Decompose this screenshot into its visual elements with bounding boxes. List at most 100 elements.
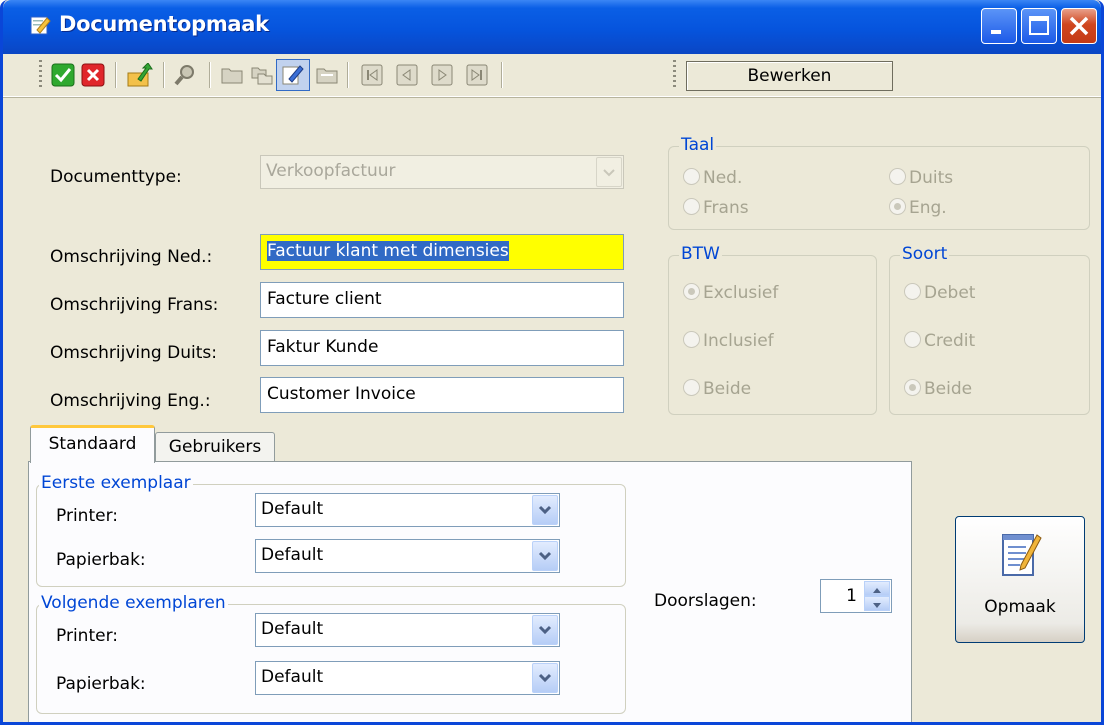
radio-taal-frans[interactable]: Frans	[683, 198, 749, 218]
volgende-printer-label: Printer:	[56, 626, 118, 646]
eerste-printer-dropdown-button[interactable]	[532, 495, 558, 525]
eerste-papierbak-select[interactable]: Default	[255, 539, 560, 573]
toolbar-separator	[163, 62, 165, 88]
eerste-printer-value: Default	[261, 499, 324, 519]
tab-gebruikers[interactable]: Gebruikers	[155, 432, 275, 462]
minimize-icon	[991, 30, 1001, 34]
taal-group-title: Taal	[679, 135, 717, 155]
cancel-icon[interactable]	[81, 63, 105, 87]
volgende-papierbak-label: Papierbak:	[56, 674, 146, 694]
eerste-papierbak-dropdown-button[interactable]	[532, 541, 558, 571]
last-record-icon[interactable]	[465, 63, 489, 87]
radio-label: Eng.	[909, 198, 947, 218]
documenttype-dropdown-button[interactable]	[596, 157, 622, 187]
desc-ned-value: Factuur klant met dimensies	[267, 241, 509, 261]
desc-duits-label: Omschrijving Duits:	[50, 343, 217, 363]
documenttype-value: Verkoopfactuur	[266, 161, 396, 181]
radio-circle	[683, 379, 700, 396]
eerste-exemplaar-title: Eerste exemplaar	[39, 473, 193, 493]
radio-btw-beide[interactable]: Beide	[683, 379, 751, 399]
volgende-exemplaren-title: Volgende exemplaren	[39, 593, 228, 613]
minimize-button[interactable]	[981, 8, 1017, 44]
window-title: Documentopmaak	[59, 12, 269, 36]
volgende-papierbak-select[interactable]: Default	[255, 661, 560, 695]
radio-soort-credit[interactable]: Credit	[904, 331, 975, 351]
document-edit-icon	[30, 16, 51, 35]
main-window: Documentopmaak Bewerken Documenttype: Ve…	[0, 0, 1104, 725]
eerste-papierbak-value: Default	[261, 545, 324, 565]
eerste-papierbak-label: Papierbak:	[56, 550, 146, 570]
radio-label: Inclusief	[703, 331, 774, 351]
volgende-printer-dropdown-button[interactable]	[532, 615, 558, 645]
maximize-icon	[1029, 16, 1049, 35]
close-icon	[1069, 16, 1089, 36]
search-icon[interactable]	[173, 63, 197, 87]
desc-frans-input[interactable]: Facture client	[260, 282, 624, 318]
edit-button-active[interactable]	[276, 59, 310, 91]
radio-circle	[683, 198, 700, 215]
radio-label: Credit	[924, 331, 976, 351]
maximize-button[interactable]	[1021, 8, 1057, 44]
radio-circle	[889, 168, 906, 185]
eerste-printer-label: Printer:	[56, 506, 118, 526]
toolbar-grip[interactable]	[39, 60, 42, 90]
radio-label: Debet	[924, 283, 976, 303]
export-icon[interactable]	[126, 63, 154, 87]
radio-label: Frans	[703, 198, 749, 218]
documenttype-label: Documenttype:	[50, 167, 182, 187]
radio-circle-selected	[683, 283, 700, 300]
opmaak-button-label: Opmaak	[984, 597, 1056, 617]
radio-btw-inclusief[interactable]: Inclusief	[683, 331, 774, 351]
radio-circle	[683, 331, 700, 348]
stepper-up-button[interactable]	[864, 581, 890, 596]
desc-frans-label: Omschrijving Frans:	[50, 295, 219, 315]
doorslagen-stepper[interactable]: 1	[820, 579, 892, 613]
chevron-down-icon	[538, 505, 552, 515]
radio-taal-duits[interactable]: Duits	[889, 168, 953, 188]
opmaak-button[interactable]: Opmaak	[955, 516, 1085, 643]
radio-soort-debet[interactable]: Debet	[904, 283, 975, 303]
radio-label: Duits	[909, 168, 954, 188]
volgende-papierbak-dropdown-button[interactable]	[532, 663, 558, 693]
toolbar: Bewerken	[3, 54, 1101, 97]
volgende-printer-value: Default	[261, 619, 324, 639]
doorslagen-label: Doorslagen:	[654, 591, 757, 611]
copy-icon[interactable]	[250, 63, 274, 87]
radio-circle-selected	[904, 379, 921, 396]
radio-taal-ned[interactable]: Ned.	[683, 168, 742, 188]
previous-record-icon[interactable]	[395, 63, 419, 87]
folder-icon[interactable]	[315, 63, 339, 87]
tab-panel-standaard: Eerste exemplaar Printer: Default Papier…	[28, 461, 912, 722]
desc-ned-input[interactable]: Factuur klant met dimensies	[260, 234, 624, 270]
toolbar-grip[interactable]	[673, 60, 676, 90]
notepad-edit-icon	[1002, 534, 1042, 576]
radio-label: Beide	[703, 379, 752, 399]
next-record-icon[interactable]	[430, 63, 454, 87]
edit-icon	[282, 65, 304, 85]
radio-btw-exclusief[interactable]: Exclusief	[683, 283, 778, 303]
volgende-printer-select[interactable]: Default	[255, 613, 560, 647]
tab-standaard[interactable]: Standaard	[30, 425, 155, 463]
title-bar[interactable]: Documentopmaak	[3, 0, 1101, 54]
doorslagen-value: 1	[846, 586, 857, 606]
first-record-icon[interactable]	[360, 63, 384, 87]
toolbar-separator	[347, 62, 349, 88]
accept-icon[interactable]	[51, 63, 75, 87]
toolbar-separator	[209, 62, 211, 88]
desc-eng-label: Omschrijving Eng.:	[50, 391, 211, 411]
chevron-down-icon	[873, 603, 881, 608]
radio-soort-beide[interactable]: Beide	[904, 379, 972, 399]
radio-label: Beide	[924, 379, 973, 399]
documenttype-select[interactable]: Verkoopfactuur	[260, 155, 624, 189]
desc-duits-input[interactable]: Faktur Kunde	[260, 330, 624, 366]
btw-group-title: BTW	[679, 244, 722, 264]
stepper-down-button[interactable]	[864, 596, 890, 611]
desc-eng-input[interactable]: Customer Invoice	[260, 377, 624, 413]
close-button[interactable]	[1061, 8, 1097, 44]
radio-taal-eng[interactable]: Eng.	[889, 198, 947, 218]
eerste-printer-select[interactable]: Default	[255, 493, 560, 527]
radio-label: Ned.	[703, 168, 743, 188]
chevron-down-icon	[538, 551, 552, 561]
folder-open-icon[interactable]	[220, 63, 244, 87]
volgende-papierbak-value: Default	[261, 667, 324, 687]
